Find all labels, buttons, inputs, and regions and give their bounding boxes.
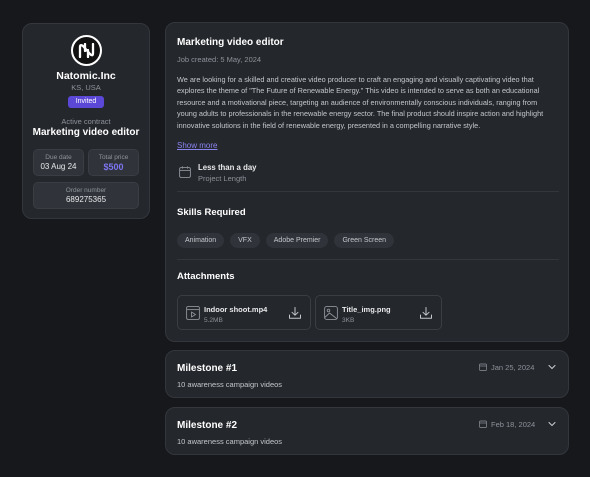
chevron-down-icon[interactable] [547, 419, 557, 429]
attachment-name: Title_img.png [342, 305, 391, 314]
job-details-card: Marketing video editor Job created: 5 Ma… [165, 22, 569, 342]
calendar-icon [479, 420, 487, 428]
company-name: Natomic.Inc [56, 70, 116, 82]
calendar-icon [479, 363, 487, 371]
milestone-date: Jan 25, 2024 [491, 363, 535, 372]
attachment-size: 5.2MB [204, 317, 223, 324]
attachment-name: Indoor shoot.mp4 [204, 305, 268, 314]
company-profile-card: Natomic.Inc KS, USA Invited Active contr… [22, 23, 150, 219]
attachments-title: Attachments [177, 271, 235, 282]
job-title: Marketing video editor [177, 37, 284, 48]
image-file-icon [324, 306, 338, 320]
show-more-link[interactable]: Show more [177, 141, 217, 150]
chevron-down-icon[interactable] [547, 362, 557, 372]
due-date-value: 03 Aug 24 [40, 162, 77, 171]
order-number-value: 689275365 [65, 195, 107, 204]
milestone-title: Milestone #1 [177, 363, 238, 374]
project-length-value: Less than a day [198, 163, 257, 172]
skill-chip: Animation [177, 233, 225, 248]
download-icon[interactable] [419, 306, 433, 320]
skill-chip: Adobe Premier [265, 233, 329, 248]
milestone-card[interactable]: Milestone #2 10 awareness campaign video… [165, 407, 569, 455]
job-created-date: Job created: 5 May, 2024 [177, 55, 262, 64]
total-price-box: Total price $500 [88, 149, 139, 176]
milestone-date: Feb 18, 2024 [491, 420, 536, 429]
divider [177, 191, 559, 192]
company-location: KS, USA [71, 83, 101, 92]
due-date-label: Due date [45, 154, 72, 161]
company-logo-icon [78, 43, 95, 58]
company-logo [71, 35, 102, 66]
skill-chip: VFX [230, 233, 260, 248]
order-number-label: Order number [65, 187, 107, 194]
milestone-title: Milestone #2 [177, 420, 238, 431]
skill-chip: Green Screen [334, 233, 395, 248]
milestone-card[interactable]: Milestone #1 10 awareness campaign video… [165, 350, 569, 398]
attachment-size: 3KB [342, 317, 355, 324]
skills-title: Skills Required [177, 207, 246, 218]
job-description: We are looking for a skilled and creativ… [177, 75, 544, 130]
milestone-description: 10 awareness campaign videos [177, 380, 283, 389]
attachment-item[interactable]: Indoor shoot.mp4 5.2MB [177, 295, 311, 330]
due-date-box: Due date 03 Aug 24 [33, 149, 84, 176]
order-number-box: Order number 689275365 [33, 182, 139, 209]
total-price-value: $500 [103, 162, 124, 172]
status-badge: Invited [68, 96, 104, 108]
skills-list: Animation VFX Adobe Premier Green Screen [177, 233, 395, 248]
divider [177, 259, 559, 260]
download-icon[interactable] [288, 306, 302, 320]
milestone-description: 10 awareness campaign videos [177, 437, 283, 446]
calendar-icon [179, 166, 191, 178]
video-file-icon [186, 306, 200, 320]
active-contract-label: Active contract [61, 117, 111, 126]
attachment-item[interactable]: Title_img.png 3KB [315, 295, 442, 330]
contract-title: Marketing video editor [32, 127, 140, 138]
total-price-label: Total price [98, 154, 129, 161]
project-length-label: Project Length [198, 174, 247, 183]
